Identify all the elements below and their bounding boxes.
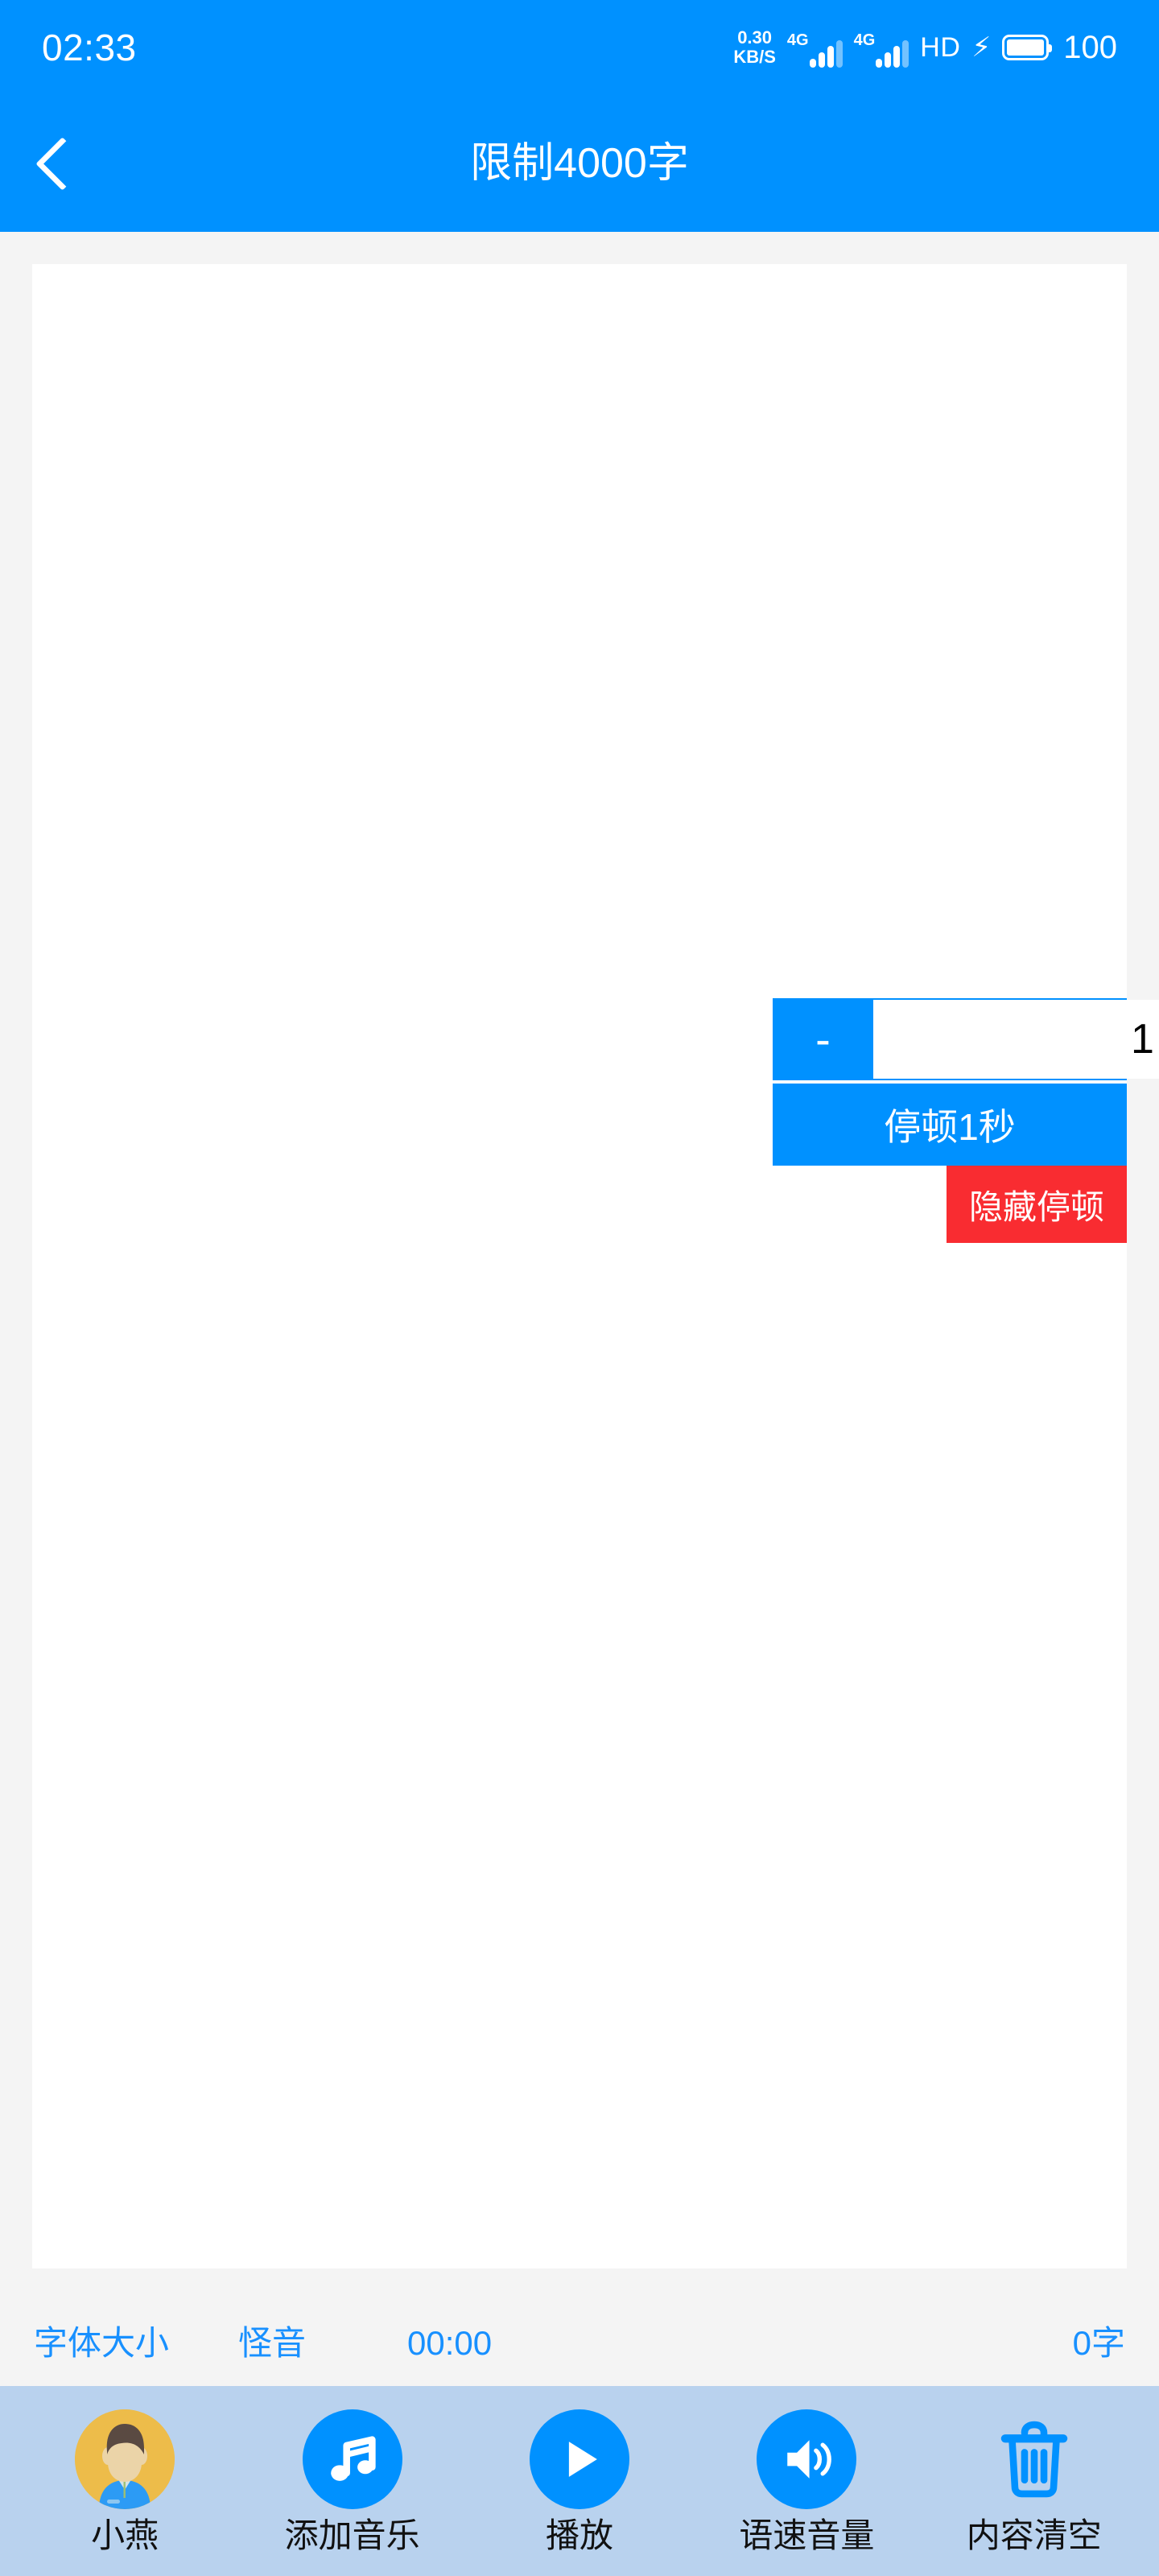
toolbar-item-voice[interactable]: 小燕	[20, 2409, 229, 2553]
sim2-network-type-label: 4G	[853, 31, 876, 49]
sim2-signal-bars	[876, 40, 909, 68]
toolbar-label-clear-content: 内容清空	[966, 2516, 1102, 2554]
toolbar-item-play[interactable]: 播放	[475, 2409, 684, 2553]
editor-container	[0, 232, 1159, 2301]
avatar-icon	[75, 2409, 175, 2509]
status-clock: 02:33	[42, 27, 137, 68]
network-speed-unit: KB/S	[733, 47, 776, 67]
back-button[interactable]	[0, 95, 113, 232]
sim1-network-type-label: 4G	[786, 31, 809, 49]
bottom-toolbar: 小燕 添加音乐 播放 语速音量 内容清空	[0, 2386, 1159, 2576]
network-speed-indicator: 0.30 KB/S	[733, 28, 776, 67]
pause-insert-widget: - + 停顿1秒 隐藏停顿	[773, 998, 1159, 1243]
pause-count-input[interactable]	[873, 1000, 1159, 1079]
pause-duration-stepper: - +	[773, 998, 1159, 1080]
trash-icon	[984, 2409, 1084, 2509]
pause-decrement-button[interactable]: -	[773, 998, 873, 1080]
toolbar-item-add-music[interactable]: 添加音乐	[248, 2409, 457, 2553]
page-title: 限制4000字	[470, 140, 689, 187]
duration-label: 00:00	[407, 2324, 493, 2362]
chevron-left-icon	[35, 136, 89, 191]
editor-info-row: 字体大小 怪音 00:00 0字	[0, 2301, 1159, 2386]
font-size-button[interactable]: 字体大小	[34, 2326, 169, 2360]
play-icon	[529, 2409, 629, 2509]
character-count-label: 0字	[1072, 2324, 1125, 2362]
toolbar-label-voice: 小燕	[91, 2516, 159, 2554]
sim2-signal-icon: 4G	[854, 27, 909, 68]
text-editor-input[interactable]	[32, 264, 1127, 2268]
hd-voice-icon: HD	[920, 32, 961, 63]
toolbar-label-speed-volume: 语速音量	[739, 2516, 875, 2554]
toolbar-item-clear-content[interactable]: 内容清空	[930, 2409, 1139, 2553]
toolbar-item-speed-volume[interactable]: 语速音量	[702, 2409, 911, 2553]
network-speed-value: 0.30	[737, 27, 773, 47]
battery-percent-label: 100	[1063, 30, 1117, 65]
sim1-signal-icon: 4G	[787, 27, 843, 68]
music-note-icon	[302, 2409, 402, 2509]
status-indicators: 0.30 KB/S 4G 4G HD ⚡ 100	[733, 27, 1117, 68]
insert-pause-button[interactable]: 停顿1秒	[773, 1084, 1127, 1166]
speaker-volume-icon	[757, 2409, 857, 2509]
toolbar-label-add-music: 添加音乐	[284, 2516, 420, 2554]
app-bar: 限制4000字	[0, 95, 1159, 232]
status-bar: 02:33 0.30 KB/S 4G 4G HD ⚡ 100	[0, 0, 1159, 95]
voice-effect-button[interactable]: 怪音	[238, 2326, 306, 2360]
charging-bolt-icon: ⚡	[971, 32, 992, 63]
hide-pause-button[interactable]: 隐藏停顿	[947, 1166, 1127, 1243]
battery-icon	[1002, 35, 1053, 60]
sim1-signal-bars	[809, 40, 843, 68]
toolbar-label-play: 播放	[545, 2516, 613, 2554]
